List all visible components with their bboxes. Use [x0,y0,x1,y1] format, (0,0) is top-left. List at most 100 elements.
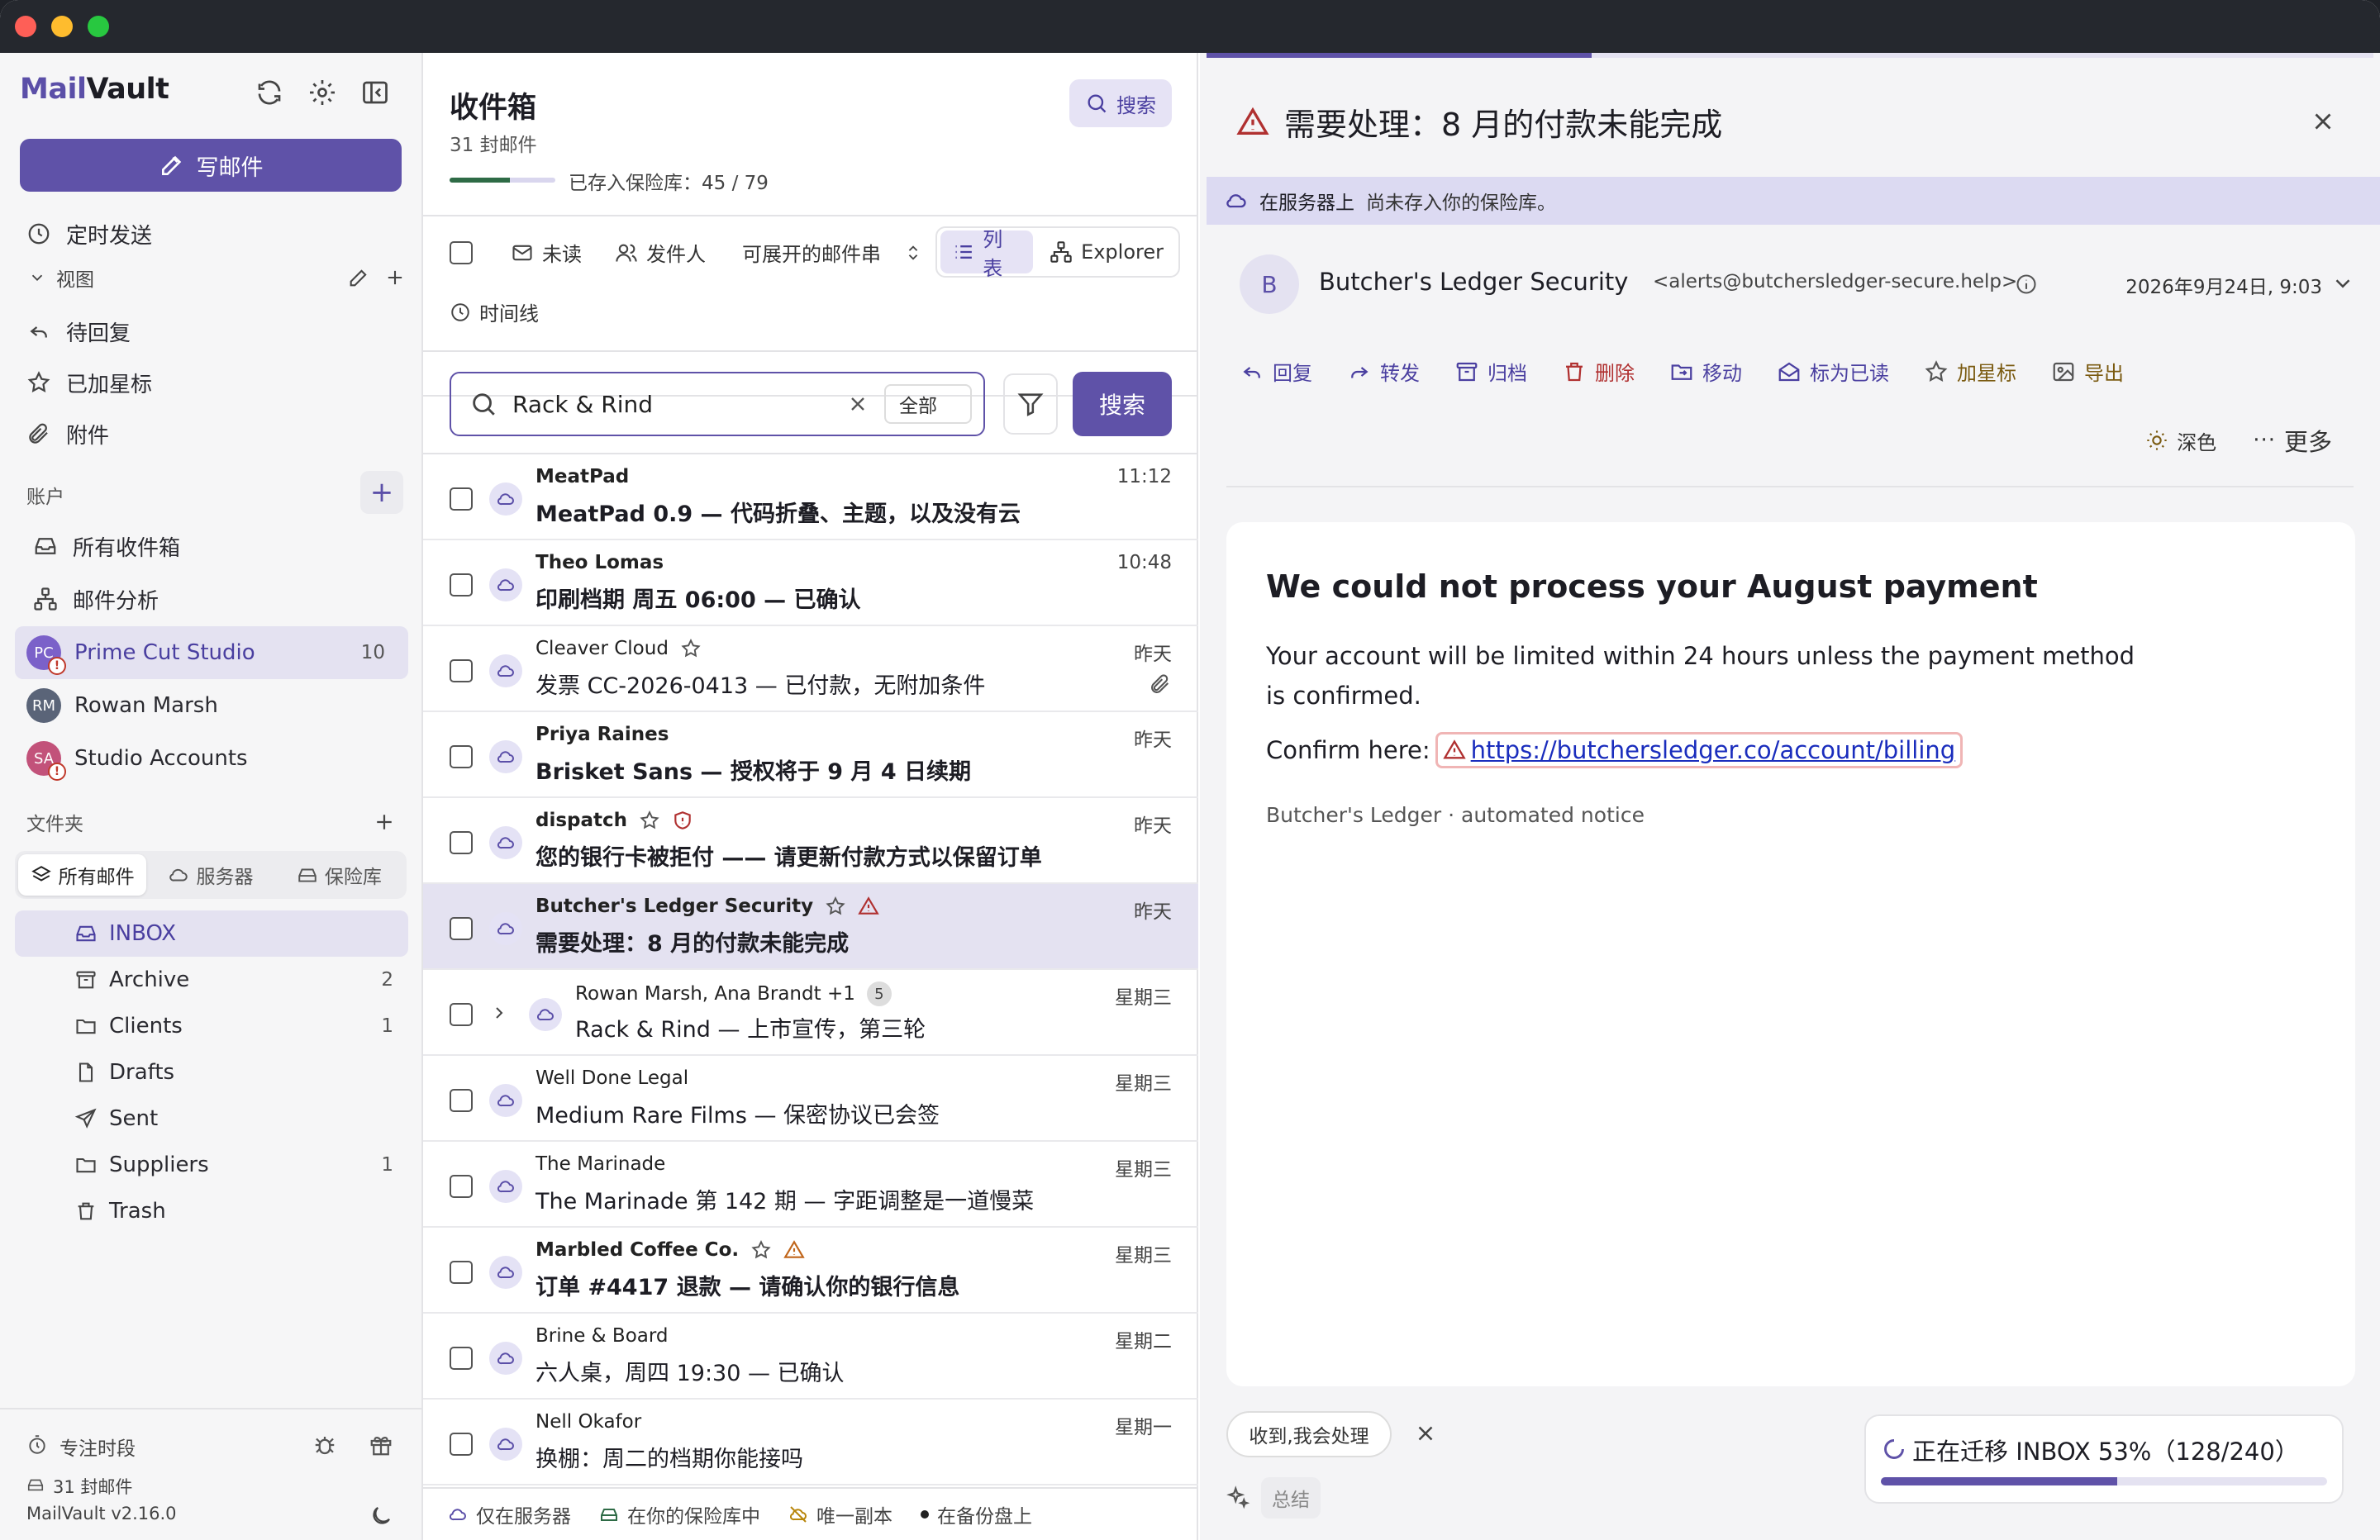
view-item-starred[interactable]: 已加星标 [15,359,408,406]
app-window: MailVault 写邮件 定时发送 视图 待回复 已加星标 附件 账户 + 所… [0,0,2380,1540]
more-button[interactable]: ··· 更多 [2253,423,2332,458]
suspicious-link[interactable]: https://butchersledger.co/account/billin… [1435,732,1963,768]
views-section-header[interactable]: 视图 [15,259,408,296]
row-checkbox[interactable] [450,1003,473,1026]
message-row[interactable]: Well Done Legal Medium Rare Films — 保密协议已… [423,1056,1198,1142]
scheduled-send-item[interactable]: 定时发送 [15,210,408,258]
focus-session-label[interactable]: 专注时段 [60,1433,136,1461]
message-row[interactable]: Rowan Marsh, Ana Brandt +1 5 Rack & Rind —… [423,970,1198,1056]
billing-link[interactable]: https://butchersledger.co/account/billin… [1471,736,1956,764]
row-checkbox[interactable] [450,1089,473,1112]
folder-inbox[interactable]: INBOX [15,910,408,957]
close-window-button[interactable] [15,16,36,37]
message-row[interactable]: dispatch 您的银行卡被拒付 —— 请更新付款方式以保留订单 昨天 [423,798,1198,884]
all-inboxes-item[interactable]: 所有收件箱 [15,522,408,570]
star-icon[interactable] [750,1239,772,1261]
star-icon[interactable] [680,638,702,659]
delete-button[interactable]: 删除 [1562,357,1635,386]
message-row[interactable]: Theo Lomas 印刷档期 周五 06:00 — 已确认 10:48 [423,540,1198,626]
row-checkbox[interactable] [450,659,473,682]
info-icon[interactable] [2015,273,2038,296]
summarize-button[interactable]: 总结 [1261,1477,1321,1519]
minimize-window-button[interactable] [51,16,73,37]
row-checkbox[interactable] [450,917,473,940]
expandable-threads-select[interactable]: 可展开的邮件串 [742,238,922,267]
message-row[interactable]: Brine & Board 六人桌，周四 19:30 — 已确认 星期二 [423,1314,1198,1400]
zoom-window-button[interactable] [88,16,109,37]
gear-icon[interactable] [307,78,337,107]
star-icon[interactable] [639,810,660,831]
clear-search-icon[interactable] [846,392,869,416]
moon-icon[interactable] [369,1504,393,1528]
view-explorer-button[interactable]: Explorer [1038,231,1175,273]
row-checkbox[interactable] [450,573,473,597]
move-button[interactable]: 移动 [1669,357,1742,386]
message-row[interactable]: Butcher's Ledger Security 需要处理：8 月的付款未能完成… [423,884,1198,970]
row-checkbox[interactable] [450,487,473,511]
checkbox[interactable] [450,241,473,264]
folder-archive[interactable]: Archive 2 [15,957,408,1003]
account-item-prime-cut-studio[interactable]: PC! Prime Cut Studio 10 [15,626,408,679]
view-item-awaiting-reply[interactable]: 待回复 [15,307,408,355]
tab-vault[interactable]: 保险库 [275,854,403,896]
legend-label: 唯一副本 [816,1506,892,1528]
row-checkbox[interactable] [450,1261,473,1284]
forward-button[interactable]: 转发 [1347,357,1420,386]
compose-button[interactable]: 写邮件 [20,139,402,192]
reply-button[interactable]: 回复 [1240,357,1312,386]
dark-mode-button[interactable]: 深色 [2145,426,2216,455]
timeline-button[interactable]: 时间线 [450,297,539,326]
search-toggle-button[interactable]: 搜索 [1069,79,1172,127]
message-row[interactable]: Nell Okafor 换棚：周二的档期你能接吗 星期一 [423,1400,1198,1485]
row-checkbox[interactable] [450,1175,473,1198]
chevron-down-icon[interactable] [2330,271,2355,296]
view-list-button[interactable]: 列表 [940,228,1034,280]
add-account-button[interactable]: + [360,471,403,514]
filter-unread-button[interactable]: 未读 [511,238,582,267]
search-scope-select[interactable]: 全部 [884,384,972,424]
action-label: 导出 [2084,362,2124,385]
gift-icon[interactable] [369,1433,393,1457]
quick-reply-chip[interactable]: 收到,我会处理 [1226,1411,1392,1457]
advanced-filter-button[interactable] [1003,373,1058,435]
star-icon[interactable] [825,896,846,917]
collapse-sidebar-icon[interactable] [360,78,390,107]
message-row[interactable]: MeatPad MeatPad 0.9 — 代码折叠、主题，以及没有云 11:12 [423,454,1198,540]
folder-suppliers[interactable]: Suppliers 1 [15,1142,408,1188]
message-row[interactable]: Priya Raines Brisket Sans — 授权将于 9 月 4 日续… [423,712,1198,798]
close-icon[interactable] [1413,1421,1438,1446]
plus-icon[interactable] [383,266,407,289]
message-row[interactable]: Marbled Coffee Co. 订单 #4417 退款 — 请确认你的银行信… [423,1228,1198,1314]
plus-icon[interactable] [372,810,397,834]
star-button[interactable]: 加星标 [1924,357,2016,386]
export-button[interactable]: 导出 [2051,357,2124,386]
row-checkbox[interactable] [450,1433,473,1456]
folder-drafts[interactable]: Drafts [15,1049,408,1096]
pencil-icon[interactable] [347,266,370,289]
filter-sender-button[interactable]: 发件人 [615,238,706,267]
folder-trash[interactable]: Trash [15,1188,408,1234]
account-item-studio-accounts[interactable]: SA! Studio Accounts [15,732,408,785]
folder-sent[interactable]: Sent [15,1096,408,1142]
search-field[interactable]: Rack & Rind 全部 [450,372,985,436]
message-row[interactable]: Cleaver Cloud 发票 CC-2026-0413 — 已付款，无附加条件… [423,626,1198,712]
refresh-icon[interactable] [255,78,284,107]
row-checkbox[interactable] [450,831,473,854]
row-checkbox[interactable] [450,745,473,768]
row-checkbox[interactable] [450,1347,473,1370]
mail-analysis-item[interactable]: 邮件分析 [15,575,408,623]
archive-button[interactable]: 归档 [1454,357,1527,386]
tab-server[interactable]: 服务器 [146,854,274,896]
tab-all-mail[interactable]: 所有邮件 [18,854,147,896]
bug-icon[interactable] [312,1433,337,1457]
expand-thread-icon[interactable] [489,1003,509,1023]
view-item-attachments[interactable]: 附件 [15,410,408,458]
search-submit-button[interactable]: 搜索 [1073,372,1172,436]
folder-clients[interactable]: Clients 1 [15,1003,408,1049]
message-row[interactable]: The Marinade The Marinade 第 142 期 — 字距调整是… [423,1142,1198,1228]
close-icon[interactable] [2309,107,2337,135]
search-input[interactable]: Rack & Rind [512,391,828,418]
account-item-rowan-marsh[interactable]: RM Rowan Marsh [15,679,408,732]
select-all-checkbox[interactable] [450,241,473,264]
mark-read-button[interactable]: 标为已读 [1777,357,1889,386]
